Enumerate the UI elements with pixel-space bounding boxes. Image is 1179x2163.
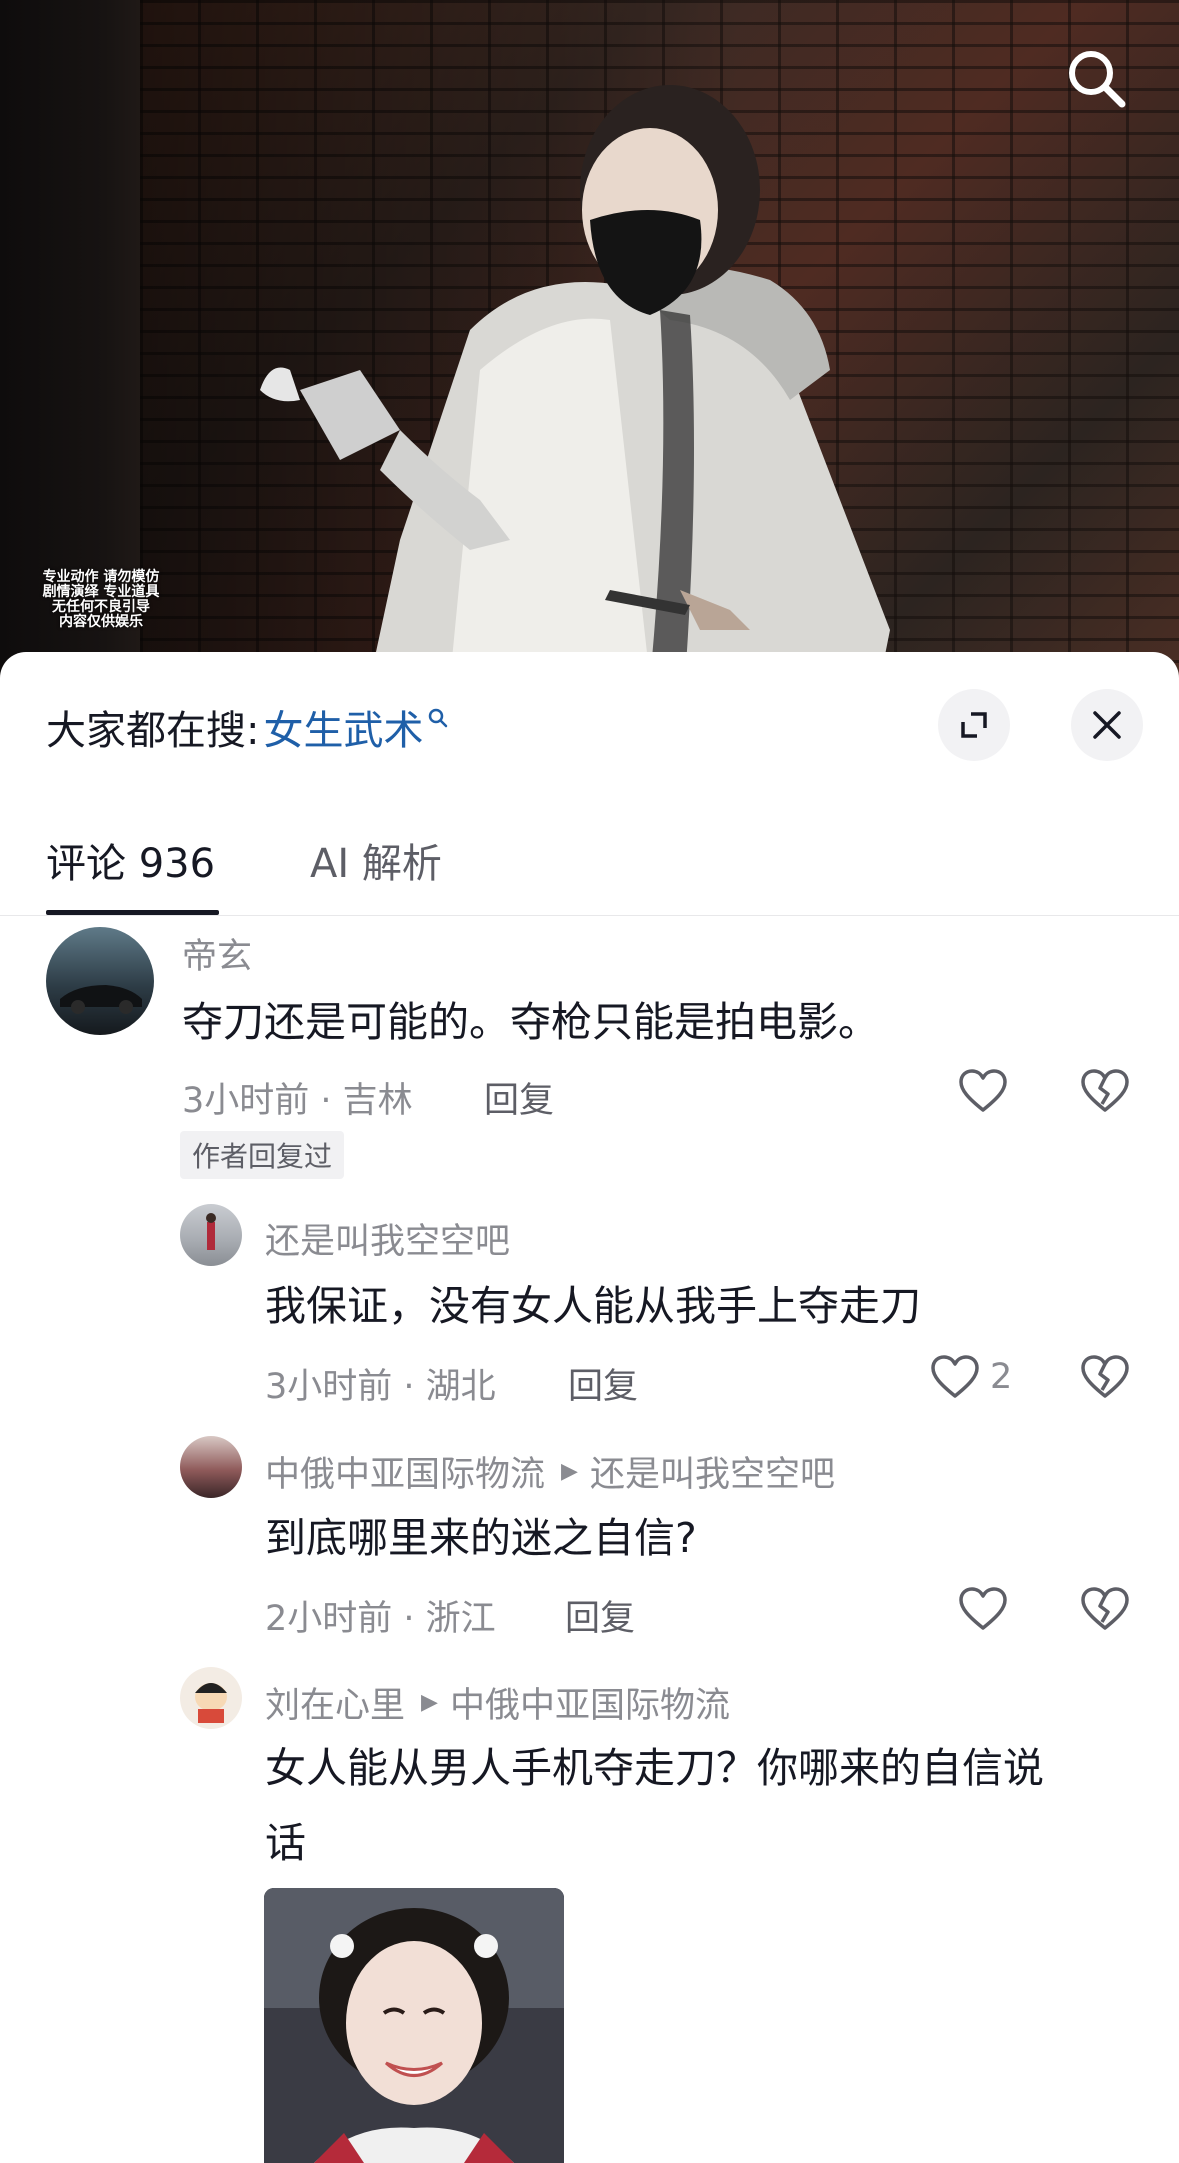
reply-button[interactable]: 回复: [565, 1590, 635, 1641]
reply-author-name[interactable]: 刘在心里: [265, 1677, 405, 1728]
dislike-button[interactable]: [1080, 1068, 1130, 1118]
comment-username[interactable]: 帝玄: [182, 928, 252, 979]
trending-search-keyword[interactable]: 女生武术: [263, 698, 423, 756]
comment-text: 我保证，没有女人能从我手上夺走刀: [265, 1282, 921, 1330]
tab-comments[interactable]: 评论 936: [46, 832, 215, 896]
like-button[interactable]: 2: [930, 1354, 1012, 1400]
comment-username[interactable]: 中俄中亚国际物流 ▶ 还是叫我空空吧: [265, 1446, 835, 1497]
disclaimer-line: 无任何不良引导: [52, 599, 150, 615]
avatar[interactable]: [180, 1667, 242, 1729]
reply-target-name[interactable]: 中俄中亚国际物流: [450, 1677, 730, 1728]
broken-heart-icon: [1081, 1355, 1129, 1398]
avatar[interactable]: [180, 1204, 242, 1266]
comment-text: 到底哪里来的迷之自信?: [265, 1514, 697, 1562]
comment-username[interactable]: 还是叫我空空吧: [265, 1213, 510, 1264]
avatar[interactable]: [180, 1436, 242, 1498]
comment-meta: 2小时前 · 浙江: [265, 1599, 496, 1639]
avatar-person-illustration: [206, 1213, 216, 1250]
tab-ai-analysis[interactable]: AI 解析: [310, 832, 442, 896]
reply-button[interactable]: 回复: [484, 1072, 554, 1123]
heart-icon: [959, 1069, 1007, 1112]
search-mini-icon: [429, 708, 448, 728]
trending-search[interactable]: 大家都在搜: 女生武术: [46, 692, 449, 762]
dislike-button[interactable]: [1080, 1586, 1130, 1636]
video-player[interactable]: 专业动作 请勿模仿 剧情演绎 专业道具 无任何不良引导 内容仅供娱乐: [0, 0, 1179, 680]
search-icon: [1069, 51, 1126, 108]
triangle-arrow-icon: ▶: [561, 1459, 578, 1484]
comment-meta: 3小时前 · 吉林: [182, 1081, 413, 1121]
active-tab-indicator: [46, 910, 219, 915]
comment-image[interactable]: [264, 1888, 564, 2163]
dislike-button[interactable]: [1080, 1354, 1130, 1404]
reply-target-name[interactable]: 还是叫我空空吧: [590, 1446, 835, 1497]
comment-username[interactable]: 刘在心里 ▶ 中俄中亚国际物流: [265, 1677, 730, 1728]
avatar-cartoon-illustration: [195, 1683, 227, 1723]
broken-heart-icon: [1081, 1069, 1129, 1112]
avatar[interactable]: [46, 927, 154, 1035]
comment-text: 夺刀还是可能的。夺枪只能是拍电影。: [182, 998, 879, 1046]
trending-search-label: 大家都在搜:: [46, 708, 260, 754]
avatar-car-illustration: [60, 985, 142, 1014]
like-button[interactable]: [958, 1586, 1008, 1632]
like-button[interactable]: [958, 1068, 1008, 1114]
triangle-arrow-icon: ▶: [421, 1690, 438, 1715]
heart-icon: [959, 1587, 1007, 1630]
heart-icon: [931, 1355, 979, 1398]
video-disclaimer: 专业动作 请勿模仿 剧情演绎 专业道具 无任何不良引导 内容仅供娱乐: [26, 570, 176, 630]
like-count: 2: [990, 1357, 1013, 1397]
reply-author-name[interactable]: 中俄中亚国际物流: [265, 1446, 545, 1497]
broken-heart-icon: [1081, 1587, 1129, 1630]
comment-meta: 3小时前 · 湖北: [265, 1367, 496, 1407]
video-search-button[interactable]: [1060, 42, 1132, 114]
expand-icon: [961, 712, 987, 738]
comment-text-line: 女人能从男人手机夺走刀？你哪来的自信说: [265, 1744, 1044, 1792]
author-replied-badge: 作者回复过: [180, 1131, 345, 1179]
comment-text-line: 话: [265, 1819, 306, 1867]
comment-tabs: 评论 936 AI 解析: [0, 812, 1179, 916]
video-figure-illustration: [260, 85, 890, 680]
disclaimer-line: 专业动作 请勿模仿: [42, 569, 160, 585]
close-icon: [1093, 711, 1121, 739]
disclaimer-line: 内容仅供娱乐: [59, 614, 143, 630]
close-button[interactable]: [1071, 689, 1143, 761]
comment-photo-illustration: [264, 1888, 564, 2163]
reply-button[interactable]: 回复: [568, 1358, 638, 1409]
disclaimer-line: 剧情演绎 专业道具: [42, 584, 160, 600]
expand-button[interactable]: [938, 689, 1010, 761]
